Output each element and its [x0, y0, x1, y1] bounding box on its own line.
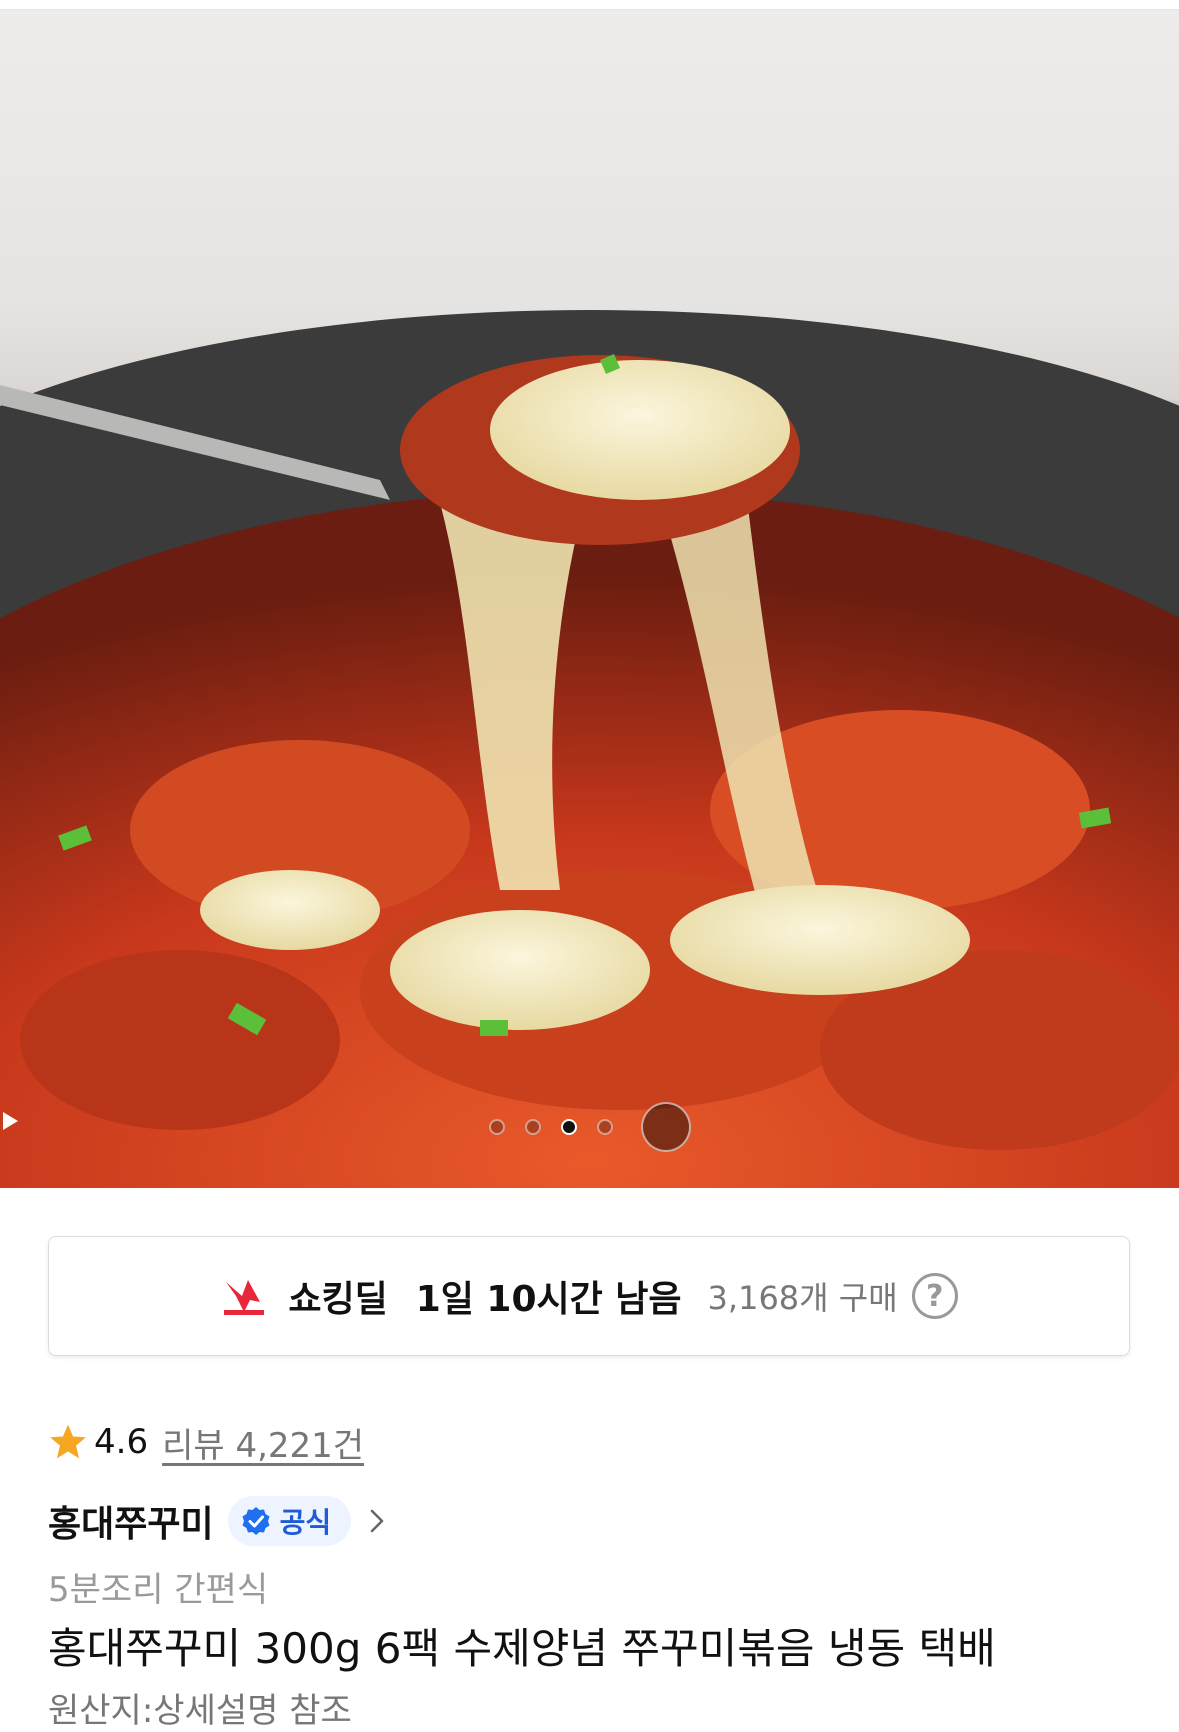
star-icon	[50, 1424, 86, 1459]
seller-name[interactable]: 홍대쭈꾸미	[48, 1495, 214, 1547]
deal-time-left: 1일 10시간 남음	[415, 1279, 682, 1320]
carousel-dot[interactable]	[488, 1119, 505, 1135]
deal-label: 쇼킹딜	[288, 1279, 388, 1320]
product-subtitle: 5분조리 간편식	[48, 1570, 269, 1610]
shocking-deal-banner[interactable]: 쇼킹딜 1일 10시간 남음 3,168개 구매 ?	[48, 1236, 1130, 1356]
top-divider	[0, 0, 1179, 10]
review-count-link[interactable]: 리뷰 4,221건	[162, 1418, 364, 1467]
shocking-deal-icon	[224, 1280, 265, 1315]
help-icon[interactable]: ?	[911, 1273, 958, 1319]
carousel-dot[interactable]	[596, 1119, 613, 1135]
product-image[interactable]	[0, 10, 1179, 1188]
carousel-dot[interactable]	[524, 1119, 541, 1135]
food-photo	[0, 310, 1179, 1188]
product-title: 홍대쭈꾸미 300g 6팩 수제양념 쭈꾸미볶음 냉동 택배	[48, 1624, 996, 1673]
official-badge-label: 공식	[279, 1506, 332, 1539]
seller-row[interactable]: 홍대쭈꾸미 공식	[48, 1494, 389, 1548]
video-play-button[interactable]	[3, 1102, 691, 1152]
play-icon	[3, 1112, 18, 1130]
rating-row: 4.6 리뷰 4,221건	[48, 1418, 364, 1467]
carousel-indicators	[0, 1102, 1179, 1152]
carousel-dot-active[interactable]	[560, 1119, 577, 1135]
rating-value: 4.6	[94, 1422, 149, 1462]
purchase-count: 3,168개 구매	[707, 1279, 898, 1317]
verified-icon	[242, 1507, 270, 1535]
official-badge: 공식	[227, 1496, 352, 1546]
chevron-right-icon[interactable]	[365, 1506, 389, 1536]
